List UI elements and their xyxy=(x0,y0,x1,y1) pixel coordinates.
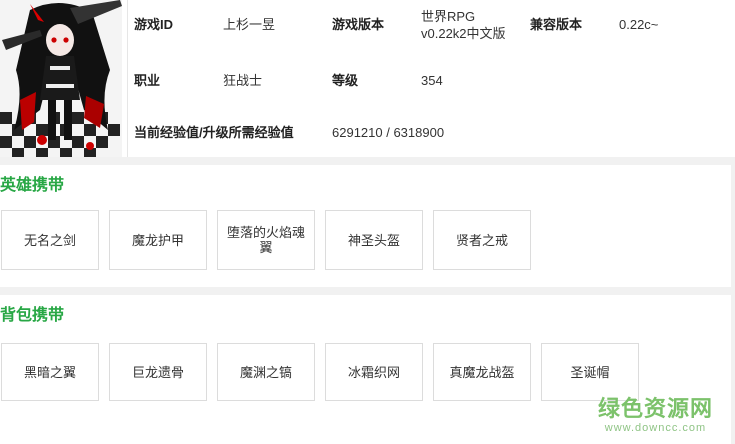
game-id-label: 游戏ID xyxy=(134,17,174,32)
exp-label: 当前经验值/升级所需经验值 xyxy=(134,125,294,140)
backpack-item[interactable]: 圣诞帽 xyxy=(541,343,639,401)
level-value: 354 xyxy=(421,73,443,88)
backpack-item[interactable]: 冰霜织网 xyxy=(325,343,423,401)
watermark-title: 绿色资源网 xyxy=(597,396,713,421)
compat-version-label: 兼容版本 xyxy=(530,17,583,32)
hero-item[interactable]: 魔龙护甲 xyxy=(109,210,207,270)
job-value: 狂战士 xyxy=(223,73,263,88)
hero-equipment-section: 英雄携带 无名之剑 魔龙护甲 堕落的火焰魂翼 神圣头盔 贤者之戒 xyxy=(0,165,731,287)
hero-section-title: 英雄携带 xyxy=(0,177,65,194)
hero-item[interactable]: 贤者之戒 xyxy=(433,210,531,270)
avatar-divider xyxy=(127,0,128,157)
hero-item[interactable]: 堕落的火焰魂翼 xyxy=(217,210,315,270)
hero-item[interactable]: 无名之剑 xyxy=(1,210,99,270)
backpack-item[interactable]: 黑暗之翼 xyxy=(1,343,99,401)
hero-item-list: 无名之剑 魔龙护甲 堕落的火焰魂翼 神圣头盔 贤者之戒 xyxy=(1,210,531,270)
backpack-item-list: 黑暗之翼 巨龙遗骨 魔渊之镐 冰霜织网 真魔龙战盔 圣诞帽 xyxy=(1,343,639,401)
compat-version-value: 0.22c~ xyxy=(619,17,659,32)
game-version-label: 游戏版本 xyxy=(332,17,385,32)
character-avatar xyxy=(0,0,122,157)
backpack-item[interactable]: 真魔龙战盔 xyxy=(433,343,531,401)
site-watermark: 绿色资源网 www.downcc.com xyxy=(598,396,713,434)
backpack-section-title: 背包携带 xyxy=(0,307,65,324)
backpack-item[interactable]: 魔渊之镐 xyxy=(217,343,315,401)
backpack-item[interactable]: 巨龙遗骨 xyxy=(109,343,207,401)
exp-value: 6291210 / 6318900 xyxy=(332,125,445,140)
watermark-url: www.downcc.com xyxy=(604,422,707,434)
hero-item[interactable]: 神圣头盔 xyxy=(325,210,423,270)
character-info-panel: 游戏ID 上杉一昱 游戏版本 世界RPG v0.22k2中文版 兼容版本 0.2… xyxy=(0,0,735,157)
level-label: 等级 xyxy=(332,73,359,88)
game-version-line1: 世界RPG xyxy=(421,9,476,24)
job-label: 职业 xyxy=(134,73,161,88)
game-version-line2: v0.22k2中文版 xyxy=(421,26,506,41)
game-id-value: 上杉一昱 xyxy=(223,17,276,32)
